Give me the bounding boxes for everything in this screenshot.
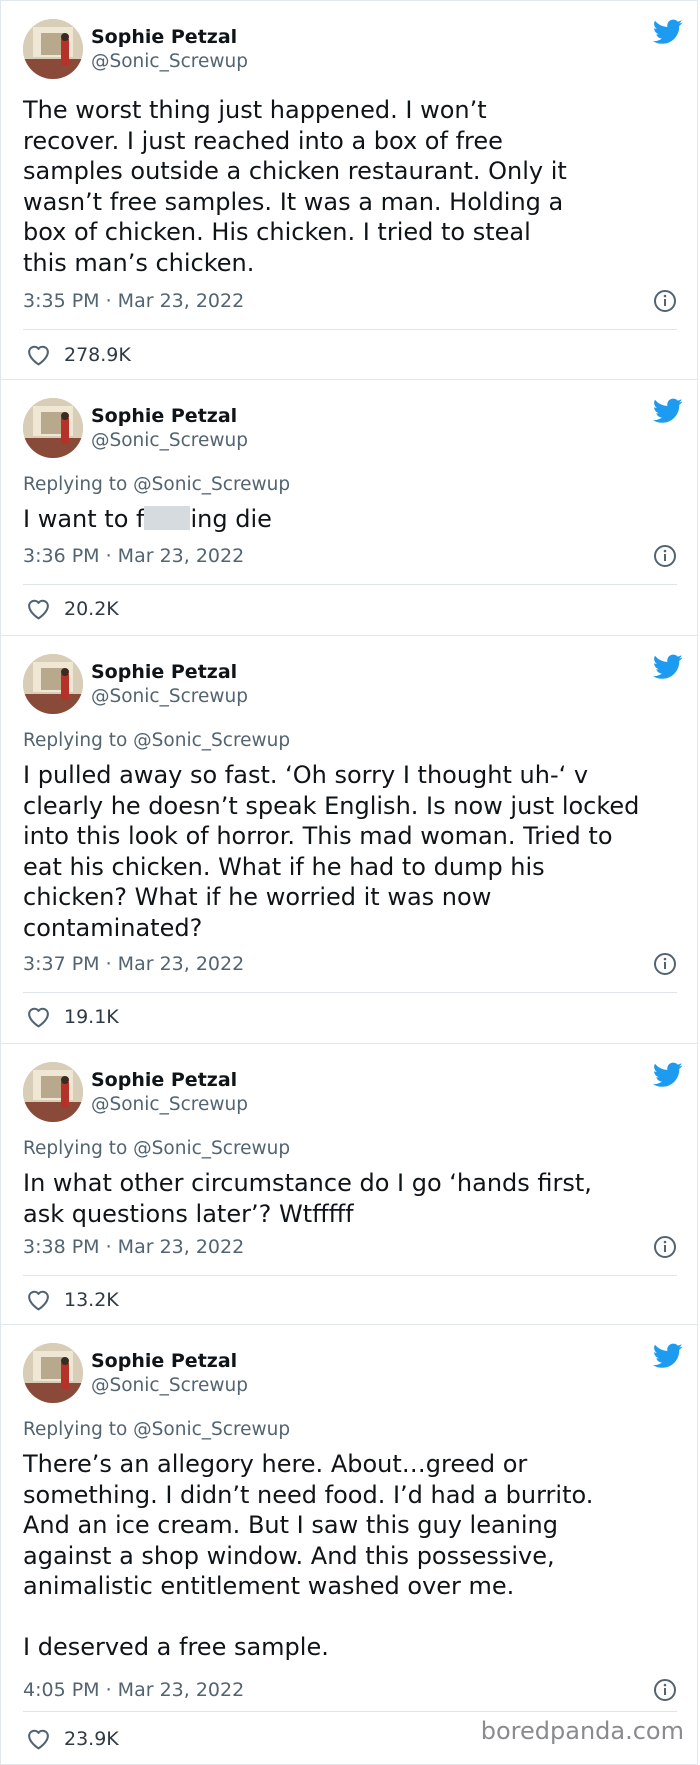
info-icon[interactable]: [653, 289, 677, 313]
info-icon[interactable]: [653, 952, 677, 976]
tweet-card: Sophie Petzal @Sonic_Screwup Replying to…: [0, 1044, 698, 1325]
tweet-text: I want to f ing die: [23, 504, 683, 535]
tweet-card: Sophie Petzal @Sonic_Screwup Replying to…: [0, 636, 698, 1044]
tweet-header: Sophie Petzal @Sonic_Screwup: [23, 1343, 683, 1405]
tweet-card: Sophie Petzal @Sonic_Screwup Replying to…: [0, 1325, 698, 1765]
divider: [23, 1711, 677, 1712]
tweet-timestamp[interactable]: 3:35 PM · Mar 23, 2022: [23, 290, 244, 312]
tweet-text: I pulled away so fast. ‘Oh sorry I thoug…: [23, 761, 640, 942]
tweet-header: Sophie Petzal @Sonic_Screwup: [23, 19, 683, 81]
replying-to[interactable]: Replying to @Sonic_Screwup: [23, 1419, 290, 1440]
display-name[interactable]: Sophie Petzal: [91, 25, 248, 49]
tweet-meta: 4:05 PM · Mar 23, 2022: [23, 1677, 677, 1703]
divider: [23, 1275, 677, 1276]
divider: [23, 992, 677, 993]
info-icon[interactable]: [653, 1678, 677, 1702]
watermark: boredpanda.com: [480, 1717, 684, 1745]
like-count: 13.2K: [64, 1289, 119, 1311]
heart-icon[interactable]: [26, 1727, 51, 1750]
avatar[interactable]: [23, 1062, 83, 1122]
avatar[interactable]: [23, 1343, 83, 1403]
user-handle[interactable]: @Sonic_Screwup: [91, 1373, 248, 1399]
heart-icon[interactable]: [26, 343, 51, 366]
tweet-timestamp[interactable]: 3:37 PM · Mar 23, 2022: [23, 953, 244, 975]
avatar[interactable]: [23, 398, 83, 458]
tweet-text-before: I want to f: [23, 505, 145, 533]
tweet-header: Sophie Petzal @Sonic_Screwup: [23, 654, 683, 716]
display-name[interactable]: Sophie Petzal: [91, 660, 248, 684]
info-icon[interactable]: [653, 544, 677, 568]
display-name[interactable]: Sophie Petzal: [91, 1068, 248, 1092]
tweet-meta: 3:35 PM · Mar 23, 2022: [23, 288, 677, 314]
replying-to[interactable]: Replying to @Sonic_Screwup: [23, 1138, 290, 1159]
tweet-card: Sophie Petzal @Sonic_Screwup The worst t…: [0, 0, 698, 380]
user-handle[interactable]: @Sonic_Screwup: [91, 428, 248, 454]
tweet-thread: Sophie Petzal @Sonic_Screwup The worst t…: [0, 0, 700, 1765]
like-count: 20.2K: [64, 598, 119, 620]
like-count: 23.9K: [64, 1728, 119, 1750]
heart-icon[interactable]: [26, 597, 51, 620]
heart-icon[interactable]: [26, 1005, 51, 1028]
tweet-timestamp[interactable]: 3:36 PM · Mar 23, 2022: [23, 545, 244, 567]
tweet-header: Sophie Petzal @Sonic_Screwup: [23, 1062, 683, 1124]
divider: [23, 329, 677, 330]
display-name[interactable]: Sophie Petzal: [91, 404, 248, 428]
display-name[interactable]: Sophie Petzal: [91, 1349, 248, 1373]
twitter-bird-icon[interactable]: [653, 1062, 683, 1088]
tweet-meta: 3:36 PM · Mar 23, 2022: [23, 543, 677, 569]
user-handle[interactable]: @Sonic_Screwup: [91, 1092, 248, 1118]
replying-to[interactable]: Replying to @Sonic_Screwup: [23, 730, 290, 751]
censor-block: [144, 506, 191, 530]
tweet-timestamp[interactable]: 3:38 PM · Mar 23, 2022: [23, 1236, 244, 1258]
divider: [23, 584, 677, 585]
tweet-text: The worst thing just happened. I won’t r…: [23, 96, 567, 277]
replying-to[interactable]: Replying to @Sonic_Screwup: [23, 474, 290, 495]
tweet-header: Sophie Petzal @Sonic_Screwup: [23, 398, 683, 460]
twitter-bird-icon[interactable]: [653, 19, 683, 45]
tweet-card: Sophie Petzal @Sonic_Screwup Replying to…: [0, 380, 698, 636]
heart-icon[interactable]: [26, 1288, 51, 1311]
tweet-timestamp[interactable]: 4:05 PM · Mar 23, 2022: [23, 1679, 244, 1701]
twitter-bird-icon[interactable]: [653, 1343, 683, 1369]
user-handle[interactable]: @Sonic_Screwup: [91, 684, 248, 710]
avatar[interactable]: [23, 654, 83, 714]
tweet-meta: 3:38 PM · Mar 23, 2022: [23, 1234, 677, 1260]
tweet-text: There’s an allegory here. About…greed or…: [23, 1450, 594, 1661]
tweet-meta: 3:37 PM · Mar 23, 2022: [23, 951, 677, 977]
like-count: 278.9K: [64, 344, 131, 366]
tweet-text-after: ing die: [190, 505, 272, 533]
twitter-bird-icon[interactable]: [653, 654, 683, 680]
avatar[interactable]: [23, 19, 83, 79]
twitter-bird-icon[interactable]: [653, 398, 683, 424]
user-handle[interactable]: @Sonic_Screwup: [91, 49, 248, 75]
tweet-text: In what other circumstance do I go ‘hand…: [23, 1169, 592, 1228]
like-count: 19.1K: [64, 1006, 119, 1028]
info-icon[interactable]: [653, 1235, 677, 1259]
